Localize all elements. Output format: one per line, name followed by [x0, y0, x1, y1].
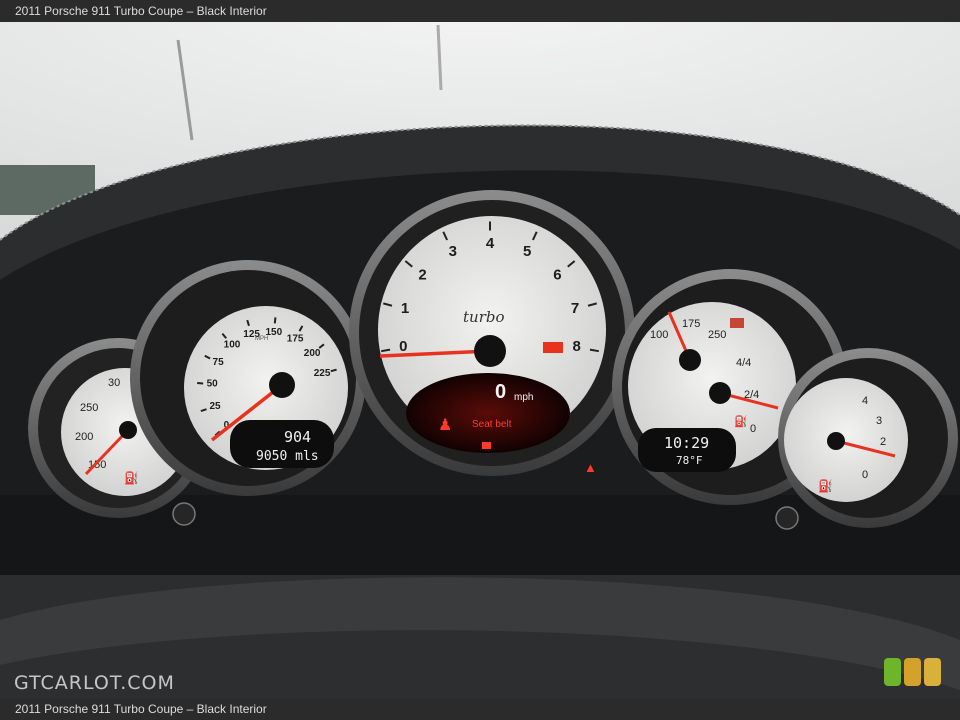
reset-knob-left [172, 502, 196, 526]
tachometer: 0 12 3 4 5 67 8 turbo 0 mph ♟ Seat belt [349, 190, 635, 476]
tachometer-tick-8: 8 [572, 338, 580, 355]
clock-knob-right [775, 506, 799, 530]
outside-temp-readout: 78°F [676, 454, 703, 467]
speedometer-tick-175: 175 [287, 334, 304, 345]
rating-badge [884, 658, 941, 686]
tachometer-tick-1: 1 [401, 300, 409, 317]
badge-amber [904, 658, 921, 686]
fuel-tick-empty: 0 [750, 423, 756, 435]
coolant-tick-100: 100 [650, 329, 668, 341]
seatbelt-warning-icon: ♟ [438, 417, 452, 434]
oil-pressure-tick-2: 2 [880, 436, 886, 448]
redline-indicator [543, 342, 563, 353]
tachometer-tick-4: 4 [486, 235, 495, 252]
tachometer-tick-0: 0 [399, 338, 407, 355]
clock-readout: 10:29 [664, 434, 709, 452]
oil-temp-tick-300: 30 [108, 377, 120, 389]
fuel-pump-icon: ⛽ [734, 415, 748, 428]
oil-pressure-tick-4: 4 [862, 395, 868, 407]
tachometer-tick-3: 3 [449, 243, 457, 260]
coolant-tick-250: 250 [708, 329, 726, 341]
tachometer-tick-5: 5 [523, 243, 531, 260]
coolant-redzone [730, 318, 744, 328]
image-caption: 2011 Porsche 911 Turbo Coupe – Black Int… [0, 0, 960, 22]
trip-readout: 904 [284, 428, 311, 446]
tachometer-tick-7: 7 [571, 300, 579, 317]
oil-pressure-tick-0: 0 [862, 469, 868, 481]
instrument-cluster-photo: 250 200 150 30 ⛽ 0255075100125 1501752002… [0, 0, 960, 720]
coolant-tick-175: 175 [682, 318, 700, 330]
tachometer-tick-2: 2 [418, 266, 426, 283]
speedometer: 0255075100125 150175200225 MPH 904 9050 m… [130, 260, 366, 496]
oil-can-icon: ⛽ [818, 479, 833, 493]
oil-pressure-gauge: 4 3 2 0 ⛽ [778, 348, 958, 528]
oil-pressure-tick-3: 3 [876, 415, 882, 427]
speedometer-tick-50: 50 [207, 379, 219, 390]
coolant-needle-hub [679, 349, 701, 371]
speedometer-tick-75: 75 [213, 357, 225, 368]
tachometer-needle-hub [474, 335, 506, 367]
oil-temp-tick-200: 200 [75, 431, 93, 443]
fuel-tick-full: 4/4 [736, 357, 751, 369]
oil-temp-needle-hub [119, 421, 137, 439]
badge-green [884, 658, 901, 686]
oil-pressure-needle-hub [827, 432, 845, 450]
seatbelt-warning-text: Seat belt [472, 419, 512, 430]
digital-speed-unit: mph [514, 392, 533, 403]
center-display [406, 373, 570, 453]
image-caption-bottom: 2011 Porsche 911 Turbo Coupe – Black Int… [0, 698, 960, 720]
odometer-readout: 9050 mls [256, 449, 319, 464]
seatbelt-lamp-icon: ▲ [584, 460, 597, 475]
oil-temp-tick-250: 250 [80, 402, 98, 414]
oil-can-icon: ⛽ [124, 471, 139, 485]
display-page-indicator [482, 442, 491, 449]
speedometer-tick-200: 200 [304, 348, 321, 359]
speedometer-tick-25: 25 [209, 401, 221, 412]
speedometer-tick-225: 225 [314, 368, 331, 379]
badge-yellow [924, 658, 941, 686]
turbo-script-logo: turbo [463, 308, 505, 326]
tachometer-tick-6: 6 [553, 266, 561, 283]
speedometer-tick-100: 100 [224, 340, 241, 351]
digital-speed: 0 [495, 381, 506, 403]
speedometer-needle-hub [269, 372, 295, 398]
fuel-needle-hub [709, 382, 731, 404]
speedometer-unit: MPH [255, 336, 268, 342]
speedometer-tick-mark [273, 317, 277, 324]
gtcarlot-watermark: GTCARLOT.COM [14, 672, 175, 694]
